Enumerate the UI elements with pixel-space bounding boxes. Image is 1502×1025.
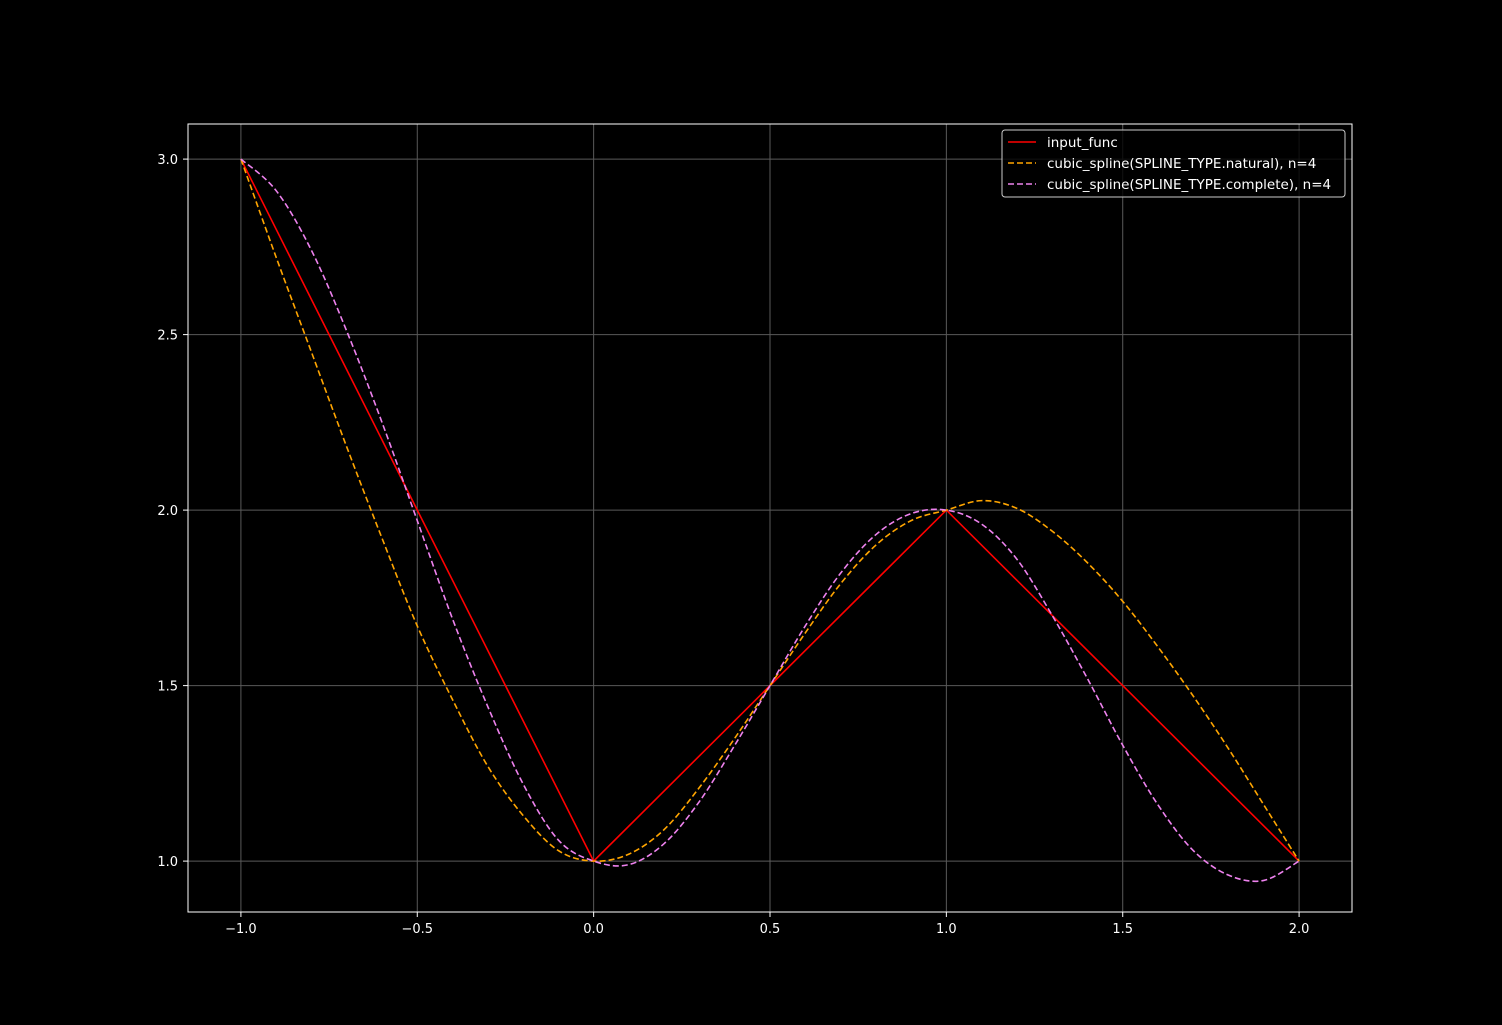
- legend-label: cubic_spline(SPLINE_TYPE.natural), n=4: [1047, 156, 1316, 172]
- x-tick-label: −0.5: [401, 922, 433, 937]
- chart-figure: −1.0 −0.5 0.0 0.5 1.0 1.5 2.0 1.01.52.02.53.0 …: [0, 0, 1502, 1025]
- legend-label: input_func: [1047, 135, 1118, 151]
- y-tick-label: 1.0: [157, 855, 178, 870]
- legend: input_func cubic_spline(SPLINE_TYPE.natur…: [1001, 129, 1346, 198]
- x-tick-label: 0.0: [583, 922, 604, 937]
- y-tick-label: 2.0: [157, 504, 178, 519]
- x-tick-label: 1.0: [936, 922, 957, 937]
- y-tick-label: 1.5: [157, 680, 178, 695]
- x-tick-label: 1.5: [1112, 922, 1133, 937]
- legend-label: cubic_spline(SPLINE_TYPE.complete), n=4: [1047, 177, 1331, 193]
- x-tick-label: 2.0: [1289, 922, 1310, 937]
- y-tick-label: 2.5: [157, 329, 178, 344]
- y-tick-label: 3.0: [157, 153, 178, 168]
- x-tick-label: −1.0: [225, 922, 257, 937]
- x-tick-label: 0.5: [760, 922, 781, 937]
